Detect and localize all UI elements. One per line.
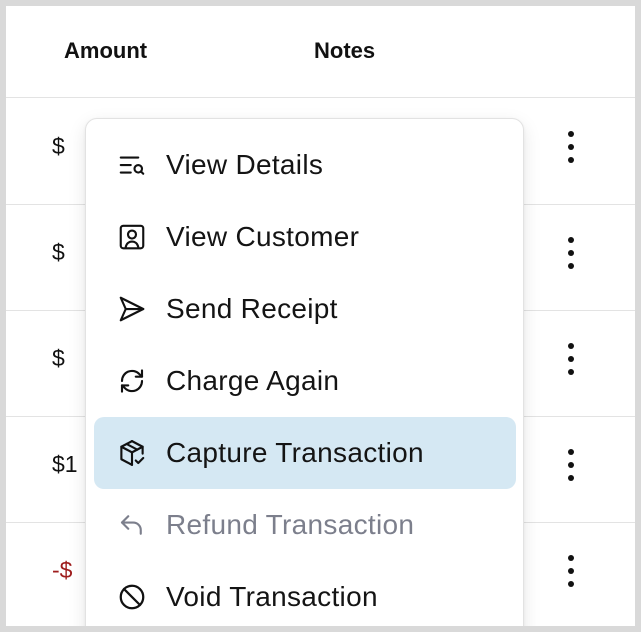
column-header-amount: Amount	[64, 38, 148, 63]
undo-arrow-icon	[116, 509, 148, 541]
package-check-icon	[116, 437, 148, 469]
row-actions-menu: View Details View Customer Send Receipt	[85, 118, 524, 626]
menu-item-charge-again[interactable]: Charge Again	[94, 345, 516, 417]
row-actions-kebab-icon[interactable]	[556, 551, 586, 591]
row-actions-kebab-icon[interactable]	[556, 127, 586, 167]
row-actions-kebab-icon[interactable]	[556, 233, 586, 273]
menu-item-capture-transaction[interactable]: Capture Transaction	[94, 417, 516, 489]
row-actions-kebab-icon[interactable]	[556, 339, 586, 379]
table-header: Amount Notes	[6, 6, 635, 98]
list-search-icon	[116, 149, 148, 181]
menu-item-label: Capture Transaction	[166, 437, 424, 468]
row-actions-kebab-icon[interactable]	[556, 445, 586, 485]
menu-item-send-receipt[interactable]: Send Receipt	[94, 273, 516, 345]
menu-item-label: View Details	[166, 149, 324, 180]
menu-item-label: Charge Again	[166, 365, 340, 396]
menu-item-view-details[interactable]: View Details	[94, 129, 516, 201]
menu-item-refund-transaction: Refund Transaction	[94, 489, 516, 561]
column-header-notes: Notes	[314, 38, 376, 63]
menu-item-label: View Customer	[166, 221, 360, 252]
menu-item-label: Refund Transaction	[166, 509, 415, 540]
refresh-icon	[116, 365, 148, 397]
menu-item-void-transaction[interactable]: Void Transaction	[94, 561, 516, 626]
menu-item-label: Void Transaction	[166, 581, 378, 612]
menu-item-label: Send Receipt	[166, 293, 338, 324]
ban-icon	[116, 581, 148, 613]
send-icon	[116, 293, 148, 325]
user-square-icon	[116, 221, 148, 253]
menu-item-view-customer[interactable]: View Customer	[94, 201, 516, 273]
transactions-panel: Amount Notes $ $ $ $1 -$ View Details Vi…	[6, 6, 635, 626]
